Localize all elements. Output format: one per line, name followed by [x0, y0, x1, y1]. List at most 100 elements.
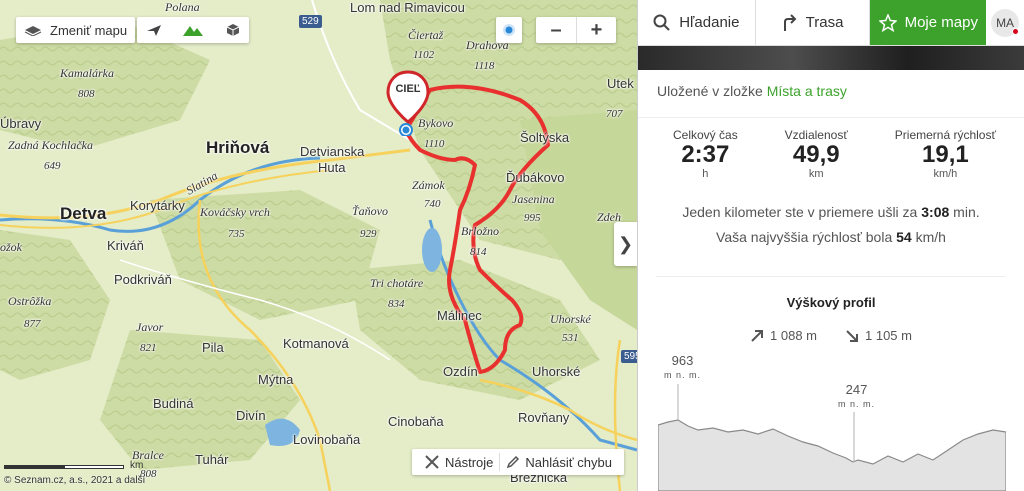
- max-elevation-label: 963 m n. m.: [664, 354, 701, 382]
- saved-folder-link[interactable]: Místa a trasy: [767, 83, 847, 99]
- elevation-profile-chart[interactable]: 963 m n. m. 247 m n. m.: [657, 350, 1007, 491]
- max-speed-value: 54: [896, 229, 912, 245]
- place-label: Úbravy: [0, 116, 42, 131]
- road-shield: 595: [621, 350, 637, 363]
- place-label: Javor: [136, 320, 164, 334]
- top-navigation: Hľadanie Trasa Moje mapy MA: [638, 0, 1024, 46]
- stat-value: 49,9: [792, 141, 840, 168]
- place-label: Tuhár: [195, 452, 229, 467]
- place-label: 929: [360, 228, 377, 240]
- stat-label: Celkový čas: [673, 128, 738, 142]
- tools-label: Nástroje: [445, 454, 494, 470]
- place-label: Šoltýska: [520, 130, 570, 145]
- pace-line: Jeden kilometer ste v priemere ušli za 3…: [638, 200, 1024, 225]
- collapse-panel-button[interactable]: ❯: [614, 222, 637, 266]
- place-label: Jasenina: [512, 192, 555, 206]
- place-label: 814: [470, 246, 487, 258]
- mode-aerial[interactable]: [137, 17, 170, 43]
- road-shield: 529: [299, 15, 322, 28]
- min-elevation-label: 247 m n. m.: [838, 383, 875, 411]
- scale-bar: [4, 465, 64, 469]
- map-view[interactable]: Polana Lom nad Rimavicou Kamalárka 808 Ú…: [0, 0, 637, 491]
- map-scale: km: [4, 460, 143, 473]
- place-label: Lom nad Rimavicou: [350, 0, 465, 15]
- nav-search-label: Hľadanie: [679, 14, 740, 31]
- airplane-icon: [146, 25, 161, 36]
- stat-distance: Vzdialenosť 49,9 km: [785, 128, 848, 190]
- pencil-icon: [507, 455, 520, 469]
- change-map-button[interactable]: Zmeniť mapu: [16, 17, 136, 43]
- layers-icon: [24, 26, 42, 36]
- place-label: 808: [78, 88, 95, 100]
- place-label: 877: [24, 318, 41, 330]
- scale-bar: [64, 465, 124, 469]
- ascent-value: 1 088 m: [770, 328, 817, 343]
- place-label: Polana: [165, 0, 200, 14]
- max-speed-prefix: Vaša najvyššia rýchlosť bola: [716, 229, 893, 245]
- place-label: Ostrôžka: [8, 294, 52, 308]
- place-label: 531: [562, 332, 579, 344]
- arrow-down-right-icon: [846, 329, 858, 342]
- side-panel: Hľadanie Trasa Moje mapy MA Uložené v zl…: [637, 0, 1024, 491]
- stat-label: Priemerná rýchlosť: [894, 128, 996, 142]
- arrow-up-right-icon: [751, 329, 764, 342]
- place-label: Uhorské: [532, 364, 581, 379]
- cube-icon: [226, 24, 239, 36]
- zoom-in-button[interactable]: +: [576, 17, 616, 43]
- place-label: Budiná: [153, 396, 194, 411]
- place-label: 1110: [424, 138, 445, 150]
- nav-route[interactable]: Trasa: [756, 0, 871, 45]
- place-label: Kotmanová: [283, 336, 349, 351]
- nav-search[interactable]: Hľadanie: [638, 0, 756, 45]
- stat-total-time: Celkový čas 2:37 h: [673, 128, 738, 190]
- place-label: Kamalárka: [60, 66, 114, 80]
- report-error-label: Nahlásiť chybu: [525, 454, 612, 470]
- report-error-button[interactable]: Nahlásiť chybu: [500, 455, 618, 470]
- stat-unit: h: [702, 168, 709, 180]
- pace-unit: min.: [953, 204, 980, 220]
- stat-unit: km: [808, 168, 824, 180]
- place-label: Uhorské: [550, 312, 591, 326]
- route-target-marker[interactable]: CIEĽ: [386, 70, 430, 136]
- route-photo-strip: [638, 46, 1024, 70]
- mode-3d[interactable]: [216, 17, 249, 43]
- mode-tourist[interactable]: [170, 17, 216, 43]
- place-label: Pila: [202, 340, 224, 355]
- min-elevation-value: 247: [845, 382, 868, 397]
- place-label: 834: [388, 298, 405, 310]
- my-location-button[interactable]: [496, 17, 522, 43]
- target-label: CIEĽ: [395, 83, 421, 95]
- mountains-icon: [183, 26, 203, 36]
- copyright[interactable]: © Seznam.cz, a.s., 2021 a další: [4, 475, 145, 486]
- place-label: Cinobaňa: [388, 414, 444, 429]
- pace-value: 3:08: [921, 204, 950, 220]
- nav-my-maps[interactable]: Moje mapy: [870, 0, 987, 45]
- saved-info: Uložené v zložke Místa a trasy: [638, 70, 1024, 118]
- elevation-summary: 1 088 m 1 105 m: [638, 328, 1024, 343]
- ascent: 1 088 m: [750, 328, 817, 343]
- place-label: Utek: [607, 76, 634, 91]
- elevation-profile-graph: [657, 384, 1007, 491]
- place-label: Mýtna: [258, 372, 294, 387]
- map-mode-toggle[interactable]: [137, 17, 249, 43]
- zoom-out-button[interactable]: –: [536, 17, 576, 43]
- location-icon: [503, 24, 515, 36]
- stat-avg-speed: Priemerná rýchlosť 19,1 km/h: [895, 128, 996, 190]
- place-label: Lovinobaňa: [293, 432, 361, 447]
- tools-icon: [425, 455, 439, 469]
- place-label: Kováčsky vrch: [200, 205, 270, 219]
- search-icon: [653, 14, 670, 31]
- tools-button[interactable]: Nástroje: [418, 454, 499, 470]
- nav-route-label: Trasa: [805, 14, 844, 31]
- place-label: 707: [606, 108, 623, 120]
- saved-prefix: Uložené v zložke: [657, 83, 763, 99]
- place-label: 1102: [413, 49, 435, 61]
- elevation-unit: m n. m.: [664, 370, 702, 380]
- pace-info: Jeden kilometer ste v priemere ušli za 3…: [638, 190, 1024, 276]
- max-speed-unit: km/h: [915, 229, 946, 245]
- place-label: Brložno: [461, 224, 500, 238]
- route-stats: Celkový čas 2:37 h Vzdialenosť 49,9 km P…: [638, 118, 1024, 190]
- user-menu[interactable]: MA: [986, 0, 1024, 45]
- place-label: ožok: [0, 240, 22, 254]
- place-label: 740: [424, 198, 441, 210]
